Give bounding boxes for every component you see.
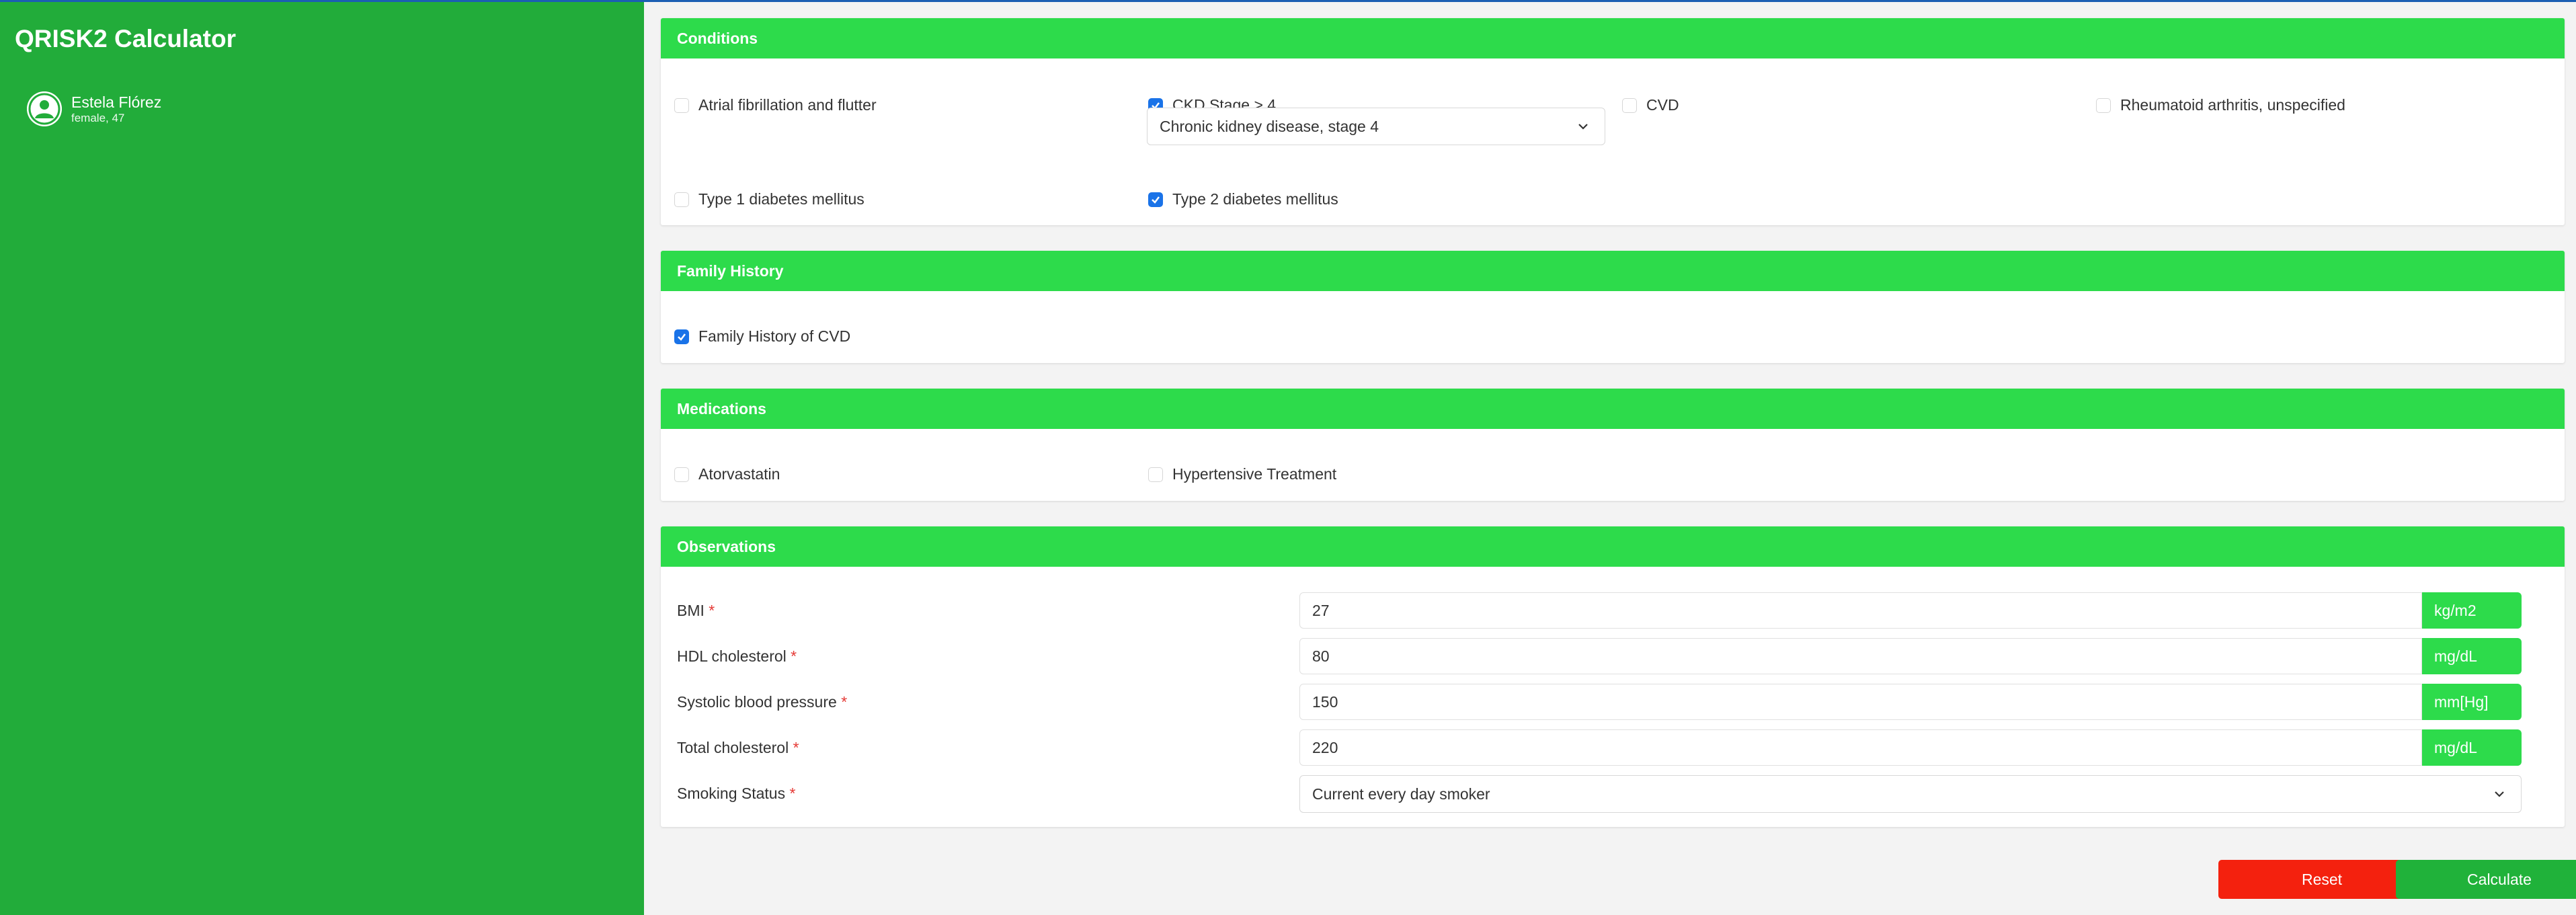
bmi-input[interactable] [1299,592,2422,629]
checkbox-checked[interactable] [1148,192,1163,207]
sidebar: QRISK2 Calculator Estela Flórez female, … [0,2,644,915]
conditions-header: Conditions [661,18,2565,58]
checkbox[interactable] [1148,467,1163,482]
chevron-down-icon [1578,124,1588,130]
family-history-cvd[interactable]: Family History of CVD [674,327,850,346]
patient-details: female, 47 [71,112,125,124]
checkbox[interactable] [1622,97,1637,113]
patient-name: Estela Flórez [71,93,162,111]
observations-panel: Observations BMI * kg/m2 HDL cholesterol… [661,526,2565,827]
condition-rheumatoid-arthritis[interactable]: Rheumatoid arthritis, unspecified [2096,96,2345,114]
calculate-button[interactable]: Calculate [2396,860,2576,899]
systolic-bp-input[interactable] [1299,684,2422,720]
hdl-unit: mg/dL [2422,638,2522,674]
condition-atrial-fibrillation[interactable]: Atrial fibrillation and flutter [674,96,877,114]
bmi-unit: kg/m2 [2422,592,2522,629]
hdl-label: HDL cholesterol * [677,647,797,665]
chevron-down-icon [2495,791,2504,797]
app-title: QRISK2 Calculator [15,25,236,52]
checkbox[interactable] [674,467,689,482]
hdl-input[interactable] [1299,638,2422,674]
reset-button[interactable]: Reset [2218,860,2425,899]
systolic-bp-unit: mm[Hg] [2422,684,2522,720]
condition-type2-diabetes[interactable]: Type 2 diabetes mellitus [1148,190,1338,208]
medications-panel: Medications Atorvastatin Hypertensive Tr… [661,389,2565,501]
condition-type1-diabetes[interactable]: Type 1 diabetes mellitus [674,190,864,208]
user-avatar-icon [27,91,62,126]
medication-atorvastatin[interactable]: Atorvastatin [674,465,780,483]
total-cholesterol-input[interactable] [1299,729,2422,766]
checkbox[interactable] [2096,97,2111,113]
total-cholesterol-label: Total cholesterol * [677,739,799,756]
checkbox[interactable] [674,97,689,113]
checkbox-checked[interactable] [674,329,689,344]
checkbox[interactable] [674,192,689,207]
condition-cvd[interactable]: CVD [1622,96,1679,114]
conditions-panel: Conditions Atrial fibrillation and flutt… [661,18,2565,225]
total-cholesterol-unit: mg/dL [2422,729,2522,766]
medication-hypertensive-treatment[interactable]: Hypertensive Treatment [1148,465,1336,483]
family-history-header: Family History [661,251,2565,291]
ckd-stage-select[interactable]: Chronic kidney disease, stage 4 [1147,108,1605,145]
systolic-bp-label: Systolic blood pressure * [677,693,848,711]
bmi-label: BMI * [677,602,715,619]
family-history-panel: Family History Family History of CVD [661,251,2565,363]
observations-header: Observations [661,526,2565,567]
smoking-status-label: Smoking Status * [677,785,796,802]
smoking-status-select[interactable]: Current every day smoker [1299,775,2522,813]
patient-summary[interactable]: Estela Flórez female, 47 [27,91,161,126]
medications-header: Medications [661,389,2565,429]
